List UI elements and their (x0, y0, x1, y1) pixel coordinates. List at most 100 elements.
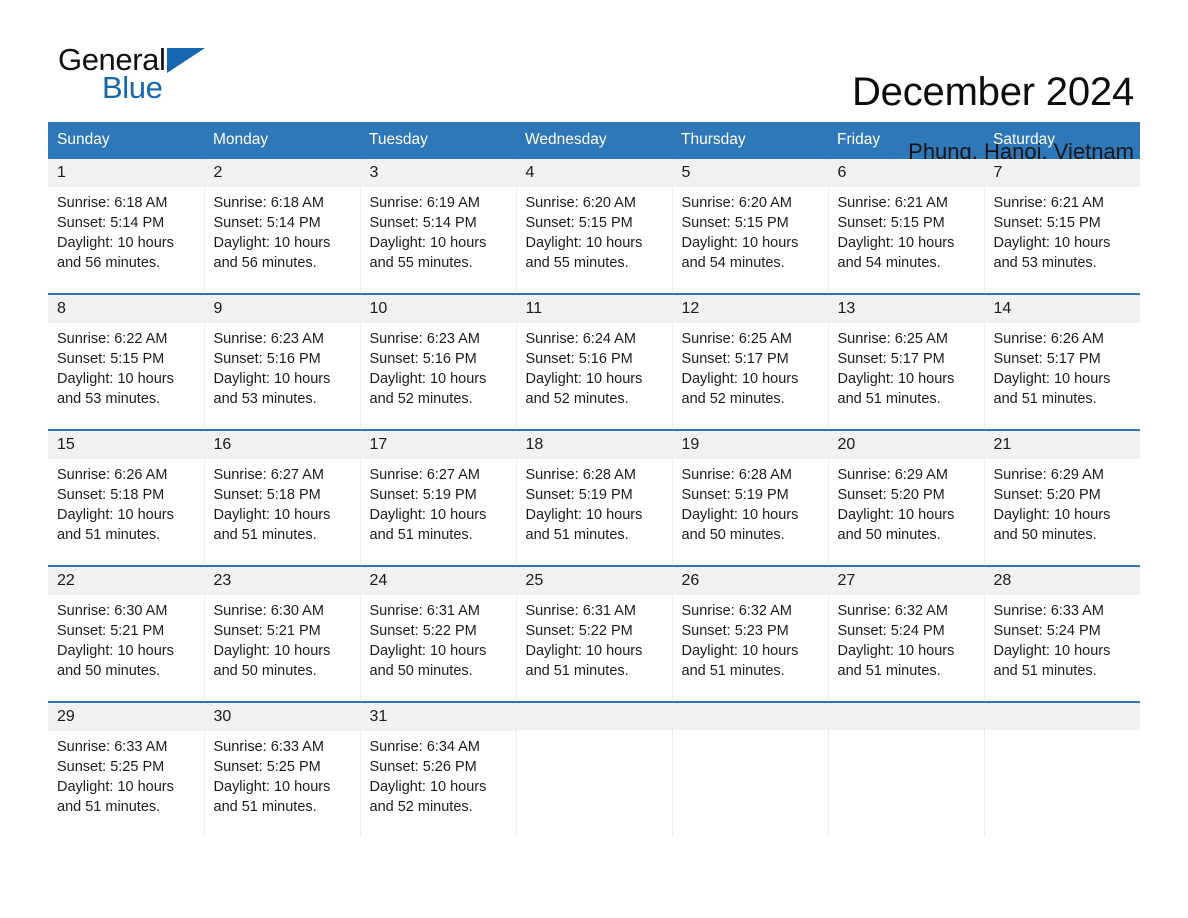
day-cell[interactable]: 11 Sunrise: 6:24 AM Sunset: 5:16 PM Dayligh… (516, 295, 672, 429)
day-number: 30 (204, 703, 360, 732)
day-details: Sunrise: 6:31 AM Sunset: 5:22 PM Daylight:… (361, 595, 516, 681)
calendar-cell: 12 Sunrise: 6:25 AM Sunset: 5:17 PM Dayligh… (672, 293, 829, 430)
day-cell[interactable]: 25 Sunrise: 6:31 AM Sunset: 5:22 PM Dayligh… (516, 567, 672, 701)
day-cell[interactable]: 24 Sunrise: 6:31 AM Sunset: 5:22 PM Dayligh… (360, 567, 516, 701)
sunrise-text: Sunrise: 6:20 AM (681, 195, 792, 212)
day-cell[interactable]: 4 Sunrise: 6:20 AM Sunset: 5:15 PM Daylight… (516, 159, 672, 293)
day-cell[interactable]: 10 Sunrise: 6:23 AM Sunset: 5:16 PM Dayligh… (360, 295, 516, 429)
day-cell[interactable]: 12 Sunrise: 6:25 AM Sunset: 5:17 PM Dayligh… (672, 295, 828, 429)
calendar-cell: 11 Sunrise: 6:24 AM Sunset: 5:16 PM Dayligh… (516, 293, 673, 430)
sunset-text: Sunset: 5:19 PM (525, 487, 633, 504)
sunset-text: Sunset: 5:24 PM (993, 623, 1101, 640)
sunset-text: Sunset: 5:18 PM (57, 487, 165, 504)
sunset-text: Sunset: 5:20 PM (993, 487, 1101, 504)
day-cell[interactable]: 21 Sunrise: 6:29 AM Sunset: 5:20 PM Dayligh… (984, 431, 1141, 565)
daylight-text: Daylight: 10 hours and 51 minutes. (993, 371, 1111, 408)
sunset-text: Sunset: 5:16 PM (525, 351, 633, 368)
day-cell[interactable]: 8 Sunrise: 6:22 AM Sunset: 5:15 PM Daylight… (48, 295, 204, 429)
calendar-cell (672, 701, 829, 837)
generalblue-logo[interactable]: General Blue (48, 44, 308, 118)
daylight-text: Daylight: 10 hours and 50 minutes. (837, 507, 955, 544)
calendar-cell: 20 Sunrise: 6:29 AM Sunset: 5:20 PM Dayligh… (828, 429, 985, 566)
day-number (672, 703, 828, 730)
sunrise-text: Sunrise: 6:23 AM (369, 331, 480, 348)
day-details: Sunrise: 6:29 AM Sunset: 5:20 PM Daylight:… (985, 459, 1141, 545)
day-details: Sunrise: 6:18 AM Sunset: 5:14 PM Daylight:… (205, 187, 360, 273)
day-cell[interactable]: 28 Sunrise: 6:33 AM Sunset: 5:24 PM Dayligh… (984, 567, 1140, 701)
logo-text-blue: Blue (102, 70, 163, 105)
sunset-text: Sunset: 5:19 PM (681, 487, 789, 504)
day-number: 15 (48, 431, 204, 460)
day-number: 18 (516, 431, 672, 460)
day-cell[interactable]: 9 Sunrise: 6:23 AM Sunset: 5:16 PM Daylight… (204, 295, 360, 429)
day-cell[interactable]: 5 Sunrise: 6:20 AM Sunset: 5:15 PM Daylight… (672, 159, 828, 293)
day-cell[interactable]: 23 Sunrise: 6:30 AM Sunset: 5:21 PM Dayligh… (204, 567, 360, 701)
sunset-text: Sunset: 5:21 PM (57, 623, 165, 640)
day-cell[interactable]: 31 Sunrise: 6:34 AM Sunset: 5:26 PM Dayligh… (360, 703, 516, 837)
day-number: 22 (48, 567, 204, 596)
day-cell[interactable]: 18 Sunrise: 6:28 AM Sunset: 5:19 PM Dayligh… (516, 431, 672, 565)
sunrise-text: Sunrise: 6:29 AM (837, 467, 948, 484)
sunset-text: Sunset: 5:17 PM (837, 351, 945, 368)
sunrise-text: Sunrise: 6:21 AM (837, 195, 948, 212)
day-cell[interactable]: 30 Sunrise: 6:33 AM Sunset: 5:25 PM Dayligh… (204, 703, 360, 837)
sunrise-text: Sunrise: 6:30 AM (57, 603, 168, 620)
day-details: Sunrise: 6:18 AM Sunset: 5:14 PM Daylight:… (48, 187, 204, 273)
day-number: 24 (360, 567, 516, 596)
day-number (828, 703, 984, 730)
day-number: 14 (984, 295, 1140, 324)
day-cell[interactable]: 27 Sunrise: 6:32 AM Sunset: 5:24 PM Dayligh… (828, 567, 984, 701)
weekday-header-monday: Monday (204, 122, 360, 159)
day-details: Sunrise: 6:34 AM Sunset: 5:26 PM Daylight:… (361, 731, 516, 817)
sunset-text: Sunset: 5:14 PM (369, 215, 477, 232)
calendar-cell: 9 Sunrise: 6:23 AM Sunset: 5:16 PM Daylight… (204, 293, 361, 430)
day-cell[interactable]: 6 Sunrise: 6:21 AM Sunset: 5:15 PM Daylight… (828, 159, 984, 293)
day-cell[interactable]: 7 Sunrise: 6:21 AM Sunset: 5:15 PM Daylight… (984, 159, 1140, 293)
daylight-text: Daylight: 10 hours and 51 minutes. (213, 507, 331, 544)
calendar-cell: 7 Sunrise: 6:21 AM Sunset: 5:15 PM Daylight… (984, 159, 1140, 294)
calendar-body: 1 Sunrise: 6:18 AM Sunset: 5:14 PM Daylight… (48, 159, 1140, 837)
day-cell[interactable]: 15 Sunrise: 6:26 AM Sunset: 5:18 PM Dayligh… (48, 431, 204, 565)
day-details: Sunrise: 6:31 AM Sunset: 5:22 PM Daylight:… (517, 595, 672, 681)
day-details: Sunrise: 6:30 AM Sunset: 5:21 PM Daylight:… (48, 595, 204, 681)
day-cell[interactable]: 26 Sunrise: 6:32 AM Sunset: 5:23 PM Dayligh… (672, 567, 828, 701)
calendar-cell (828, 701, 985, 837)
sunrise-sunset-calendar: Sunday Monday Tuesday Wednesday Thursday Frid… (48, 122, 1140, 837)
calendar-cell: 8 Sunrise: 6:22 AM Sunset: 5:15 PM Daylight… (48, 293, 205, 430)
day-cell[interactable]: 20 Sunrise: 6:29 AM Sunset: 5:20 PM Dayligh… (828, 431, 984, 565)
daylight-text: Daylight: 10 hours and 54 minutes. (681, 235, 799, 272)
day-details: Sunrise: 6:28 AM Sunset: 5:19 PM Daylight:… (673, 459, 828, 545)
calendar-cell: 1 Sunrise: 6:18 AM Sunset: 5:14 PM Daylight… (48, 159, 205, 294)
day-number: 31 (360, 703, 516, 732)
day-details: Sunrise: 6:29 AM Sunset: 5:20 PM Daylight:… (829, 459, 984, 545)
day-cell[interactable]: 3 Sunrise: 6:19 AM Sunset: 5:14 PM Daylight… (360, 159, 516, 293)
sunrise-text: Sunrise: 6:33 AM (993, 603, 1104, 620)
day-cell-empty (828, 703, 984, 837)
sunset-text: Sunset: 5:14 PM (57, 215, 165, 232)
day-cell[interactable]: 17 Sunrise: 6:27 AM Sunset: 5:19 PM Dayligh… (360, 431, 516, 565)
day-details: Sunrise: 6:28 AM Sunset: 5:19 PM Daylight:… (517, 459, 672, 545)
day-number: 26 (672, 567, 828, 596)
day-number: 6 (828, 159, 984, 188)
sunrise-text: Sunrise: 6:23 AM (213, 331, 324, 348)
day-cell[interactable]: 29 Sunrise: 6:33 AM Sunset: 5:25 PM Dayligh… (48, 703, 204, 837)
daylight-text: Daylight: 10 hours and 51 minutes. (525, 507, 643, 544)
day-cell[interactable]: 2 Sunrise: 6:18 AM Sunset: 5:14 PM Daylight… (204, 159, 360, 293)
calendar-cell: 19 Sunrise: 6:28 AM Sunset: 5:19 PM Dayligh… (672, 429, 829, 566)
sunset-text: Sunset: 5:15 PM (57, 351, 165, 368)
day-number: 1 (48, 159, 204, 188)
day-cell[interactable]: 13 Sunrise: 6:25 AM Sunset: 5:17 PM Dayligh… (828, 295, 984, 429)
sunset-text: Sunset: 5:25 PM (213, 759, 321, 776)
sunrise-text: Sunrise: 6:32 AM (681, 603, 792, 620)
calendar-cell: 10 Sunrise: 6:23 AM Sunset: 5:16 PM Dayligh… (360, 293, 517, 430)
day-cell[interactable]: 1 Sunrise: 6:18 AM Sunset: 5:14 PM Daylight… (48, 159, 204, 293)
calendar-cell: 26 Sunrise: 6:32 AM Sunset: 5:23 PM Dayligh… (672, 565, 829, 702)
day-cell[interactable]: 16 Sunrise: 6:27 AM Sunset: 5:18 PM Dayligh… (204, 431, 360, 565)
day-details: Sunrise: 6:22 AM Sunset: 5:15 PM Daylight:… (48, 323, 204, 409)
day-number: 8 (48, 295, 204, 324)
day-cell[interactable]: 14 Sunrise: 6:26 AM Sunset: 5:17 PM Dayligh… (984, 295, 1140, 429)
calendar-cell: 24 Sunrise: 6:31 AM Sunset: 5:22 PM Dayligh… (360, 565, 517, 702)
sunrise-text: Sunrise: 6:25 AM (837, 331, 948, 348)
day-cell[interactable]: 19 Sunrise: 6:28 AM Sunset: 5:19 PM Dayligh… (672, 431, 828, 565)
day-cell[interactable]: 22 Sunrise: 6:30 AM Sunset: 5:21 PM Dayligh… (48, 567, 204, 701)
